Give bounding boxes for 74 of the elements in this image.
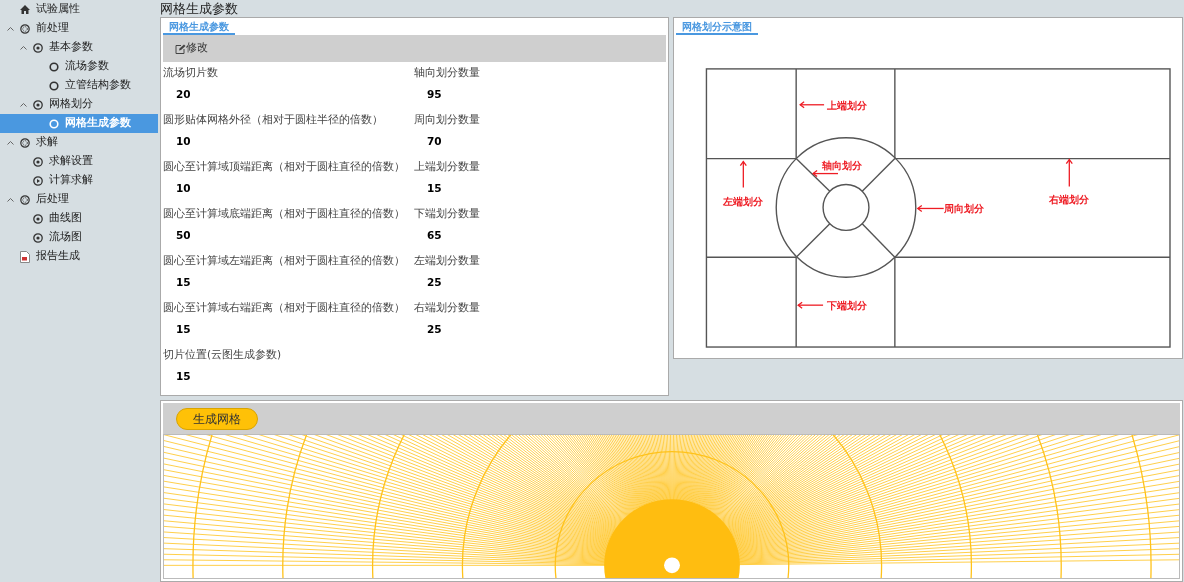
field-value: 50: [175, 228, 192, 243]
target-icon: [33, 232, 43, 243]
target-icon: [33, 42, 43, 53]
field-label: 圆心至计算域顶端距离（相对于圆柱直径的倍数）: [163, 159, 406, 174]
field-label: 切片位置(云图生成参数): [163, 347, 283, 362]
field-label: 左端划分数量: [414, 253, 481, 268]
diagram-label: 上端划分: [826, 99, 867, 111]
tree-item[interactable]: 基本参数: [0, 38, 158, 57]
generate-mesh-button[interactable]: 生成网格: [176, 407, 258, 430]
caret-up-icon[interactable]: [20, 102, 27, 107]
document-icon: [20, 250, 30, 263]
field-value: 15: [175, 369, 192, 384]
tree-item[interactable]: 立管结构参数: [0, 76, 158, 95]
field-value: 10: [175, 181, 192, 196]
field-value: 65: [426, 228, 443, 243]
arrow: [1065, 158, 1073, 188]
field-value: 20: [175, 87, 192, 102]
target-icon: [33, 213, 43, 224]
arrow: [798, 101, 825, 109]
caret-up-icon[interactable]: [7, 140, 14, 145]
tree-item[interactable]: 后处理: [0, 190, 158, 209]
target-icon: [33, 99, 43, 110]
diagram-label: 下端划分: [826, 300, 867, 312]
diagram-label: 周向划分: [943, 203, 984, 215]
diagram-label: 左端划分: [722, 196, 763, 208]
arrow: [916, 204, 944, 213]
arrow: [739, 160, 747, 189]
page-title: 网格生成参数: [160, 0, 239, 17]
radio-dots-icon: [20, 23, 30, 34]
target-icon: [33, 156, 43, 167]
field-label: 流场切片数: [163, 65, 219, 80]
field-label: 圆形贴体网格外径（相对于圆柱半径的倍数）: [163, 112, 384, 127]
radio-dots-icon: [20, 194, 30, 205]
tree-item[interactable]: 网格划分: [0, 95, 158, 114]
radio-dots-icon: [20, 137, 30, 148]
field-label: 周向划分数量: [414, 112, 481, 127]
play-circle-icon: [33, 175, 43, 186]
circle-icon: [49, 80, 59, 91]
arrow: [811, 169, 839, 178]
field-value: 15: [175, 275, 192, 290]
circle-icon: [49, 61, 59, 72]
caret-up-icon[interactable]: [7, 26, 14, 31]
tree-item[interactable]: 报告生成: [0, 247, 158, 266]
field-label: 圆心至计算域左端距离（相对于圆柱直径的倍数）: [163, 253, 406, 268]
edit-button[interactable]: 修改: [175, 40, 208, 57]
caret-up-icon[interactable]: [20, 45, 27, 50]
home-icon: [20, 5, 30, 14]
field-label: 轴向划分数量: [414, 65, 481, 80]
diagram-label: 轴向划分: [821, 159, 862, 171]
tree-item[interactable]: 曲线图: [0, 209, 158, 228]
field-value: 15: [426, 181, 443, 196]
edit-icon: [175, 43, 186, 54]
diagram-label: 右端划分: [1048, 194, 1089, 206]
field-label: 圆心至计算域右端距离（相对于圆柱直径的倍数）: [163, 300, 406, 315]
tree-item[interactable]: 试验属性: [0, 0, 158, 19]
tree-item[interactable]: 计算求解: [0, 171, 158, 190]
arrow: [796, 301, 824, 309]
field-value: 95: [426, 87, 443, 102]
caret-up-icon[interactable]: [7, 197, 14, 202]
tree-item[interactable]: 求解: [0, 133, 158, 152]
circle-icon: [49, 118, 59, 129]
tree-item[interactable]: 求解设置: [0, 152, 158, 171]
field-value: 25: [426, 275, 443, 290]
tree-item[interactable]: 前处理: [0, 19, 158, 38]
tree-item[interactable]: 流场参数: [0, 57, 158, 76]
field-value: 25: [426, 322, 443, 337]
field-value: 15: [175, 322, 192, 337]
field-value: 10: [175, 134, 192, 149]
tree-item[interactable]: 流场图: [0, 228, 158, 247]
field-label: 圆心至计算域底端距离（相对于圆柱直径的倍数）: [163, 206, 406, 221]
field-label: 上端划分数量: [414, 159, 481, 174]
field-label: 下端划分数量: [414, 206, 481, 221]
field-value: 70: [426, 134, 443, 149]
field-label: 右端划分数量: [414, 300, 481, 315]
